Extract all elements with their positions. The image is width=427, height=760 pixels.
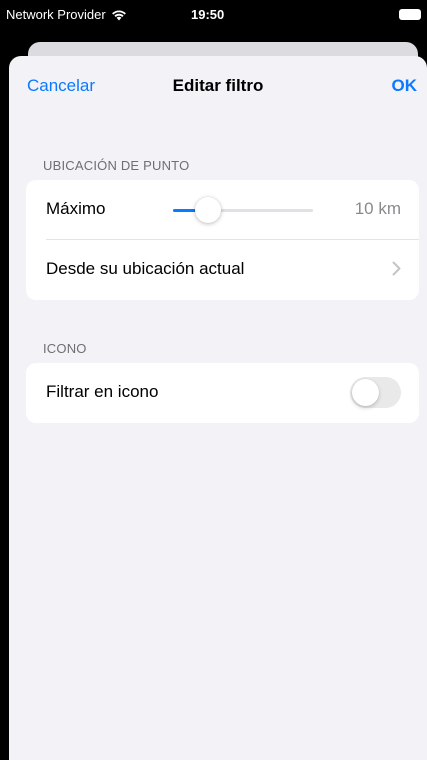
from-location-row[interactable]: Desde su ubicación actual bbox=[26, 240, 419, 300]
filter-on-icon-toggle[interactable] bbox=[350, 377, 401, 408]
page-title: Editar filtro bbox=[172, 76, 264, 95]
edit-filter-sheet: Cancelar Editar filtro OK UBICACIÓN DE P… bbox=[9, 56, 427, 760]
battery-icon bbox=[399, 9, 421, 20]
chevron-right-icon bbox=[392, 261, 401, 276]
section-header-icon: ICONO bbox=[43, 341, 87, 356]
status-carrier-group: Network Provider bbox=[6, 7, 127, 22]
navigation-bar: Cancelar Editar filtro OK bbox=[9, 56, 427, 118]
toggle-knob bbox=[352, 379, 379, 406]
max-distance-row: Máximo 10 km bbox=[26, 180, 419, 240]
icon-group: Filtrar en icono bbox=[26, 363, 419, 423]
from-location-label: Desde su ubicación actual bbox=[46, 259, 245, 278]
ok-button[interactable]: OK bbox=[392, 76, 418, 96]
wifi-icon bbox=[111, 9, 126, 20]
max-distance-label: Máximo bbox=[46, 199, 106, 218]
carrier-name: Network Provider bbox=[6, 7, 106, 22]
filter-on-icon-row: Filtrar en icono bbox=[26, 363, 419, 423]
location-group: Máximo 10 km Desde su ubicación actual bbox=[26, 180, 419, 300]
section-header-location: UBICACIÓN DE PUNTO bbox=[43, 158, 190, 173]
status-bar: Network Provider 19:50 bbox=[0, 0, 427, 34]
slider-thumb[interactable] bbox=[195, 197, 221, 223]
max-distance-value: 10 km bbox=[354, 199, 401, 218]
max-distance-slider[interactable] bbox=[173, 197, 313, 223]
filter-on-icon-label: Filtrar en icono bbox=[46, 382, 159, 401]
status-time: 19:50 bbox=[191, 7, 225, 22]
